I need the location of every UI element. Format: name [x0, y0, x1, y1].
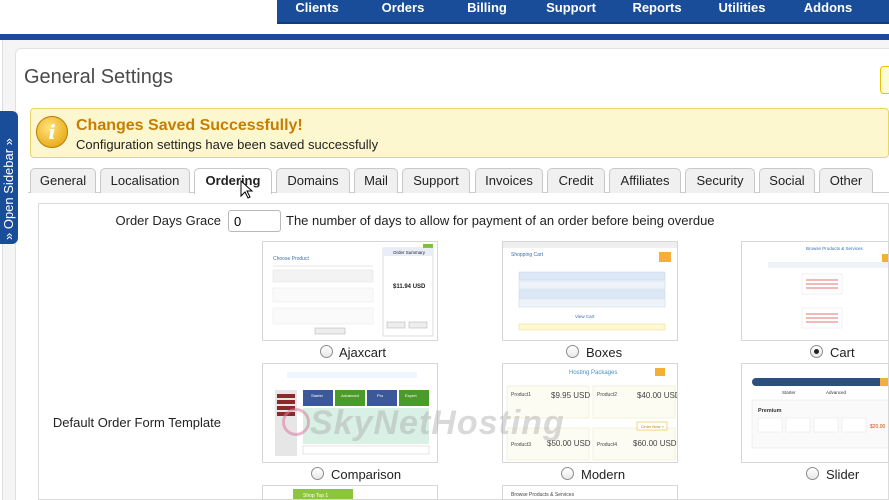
boxes-title-text: Shopping Cart [511, 252, 544, 258]
template-radio-cart[interactable] [810, 345, 823, 358]
boxes-viewcart-text: View Cart [575, 314, 595, 319]
mouse-cursor-icon [240, 180, 254, 199]
modern-title-text: Hosting Packages [569, 370, 617, 376]
modern-price-4: $60.00 USD [633, 439, 677, 448]
tab-mail[interactable]: Mail [354, 168, 398, 193]
template-preview-slider[interactable]: Starter Advanced Premium $20.00 [741, 363, 889, 463]
tab-invoices[interactable]: Invoices [475, 168, 543, 193]
template-preview-cart[interactable]: Browse Products & Services [741, 241, 889, 341]
row3-mid-text: Browse Products & Services [511, 492, 575, 498]
tab-security[interactable]: Security [685, 168, 755, 193]
slider-price-text: $20.00 [870, 424, 886, 430]
template-preview-boxes[interactable]: Shopping Cart View Cart [502, 241, 678, 341]
modern-price-1: $9.95 USD [551, 391, 590, 400]
main-navigation: Clients Orders Billing Support Reports U… [277, 0, 889, 24]
ajaxcart-price-text: $11.94 USD [393, 284, 426, 290]
help-button[interactable] [880, 66, 889, 94]
tab-social[interactable]: Social [759, 168, 815, 193]
template-label-modern: Modern [581, 467, 626, 482]
template-preview-row3-mid[interactable]: Browse Products & Services [502, 485, 678, 500]
ajaxcart-summary-text: Order Summary [393, 250, 426, 255]
template-radio-modern[interactable] [561, 467, 574, 480]
tab-affiliates[interactable]: Affiliates [609, 168, 681, 193]
nav-addons[interactable]: Addons [797, 0, 859, 22]
nav-billing[interactable]: Billing [449, 0, 525, 22]
row3-mid-preview-image: Browse Products & Services [511, 492, 575, 498]
cart-preview-image: Browse Products & Services [768, 246, 888, 329]
modern-product-2: Product2 [597, 392, 617, 398]
comparison-plan-1: Starter [311, 393, 324, 398]
template-label-ajaxcart: Ajaxcart [339, 345, 386, 360]
template-radio-comparison[interactable] [311, 467, 324, 480]
tab-domains[interactable]: Domains [276, 168, 350, 193]
nav-orders[interactable]: Orders [363, 0, 443, 22]
tab-other[interactable]: Other [819, 168, 873, 193]
nav-support[interactable]: Support [535, 0, 607, 22]
template-radio-slider[interactable] [806, 467, 819, 480]
tab-ordering[interactable]: Ordering [194, 168, 272, 194]
watermark-logo-icon [282, 408, 310, 436]
tab-support[interactable]: Support [402, 168, 470, 193]
template-label-cart: Cart [830, 345, 855, 360]
info-icon: i [36, 116, 68, 148]
alert-title: Changes Saved Successfully! [76, 117, 303, 134]
slider-premium-text: Premium [758, 408, 782, 414]
page-title: General Settings [24, 66, 173, 88]
nav-reports[interactable]: Reports [622, 0, 692, 22]
watermark-text: SkyNetHosting [310, 404, 565, 442]
modern-product-4: Product4 [597, 442, 617, 448]
order-days-grace-description: The number of days to allow for payment … [286, 213, 715, 228]
tab-localisation[interactable]: Localisation [100, 168, 190, 193]
slider-plan-1: Starter [782, 390, 796, 395]
template-label-slider: Slider [826, 467, 860, 482]
template-radio-ajaxcart[interactable] [320, 345, 333, 358]
nav-clients[interactable]: Clients [277, 0, 357, 22]
order-days-grace-input[interactable] [228, 210, 281, 232]
ajaxcart-choose-text: Choose Product [273, 256, 309, 262]
template-preview-row3-left[interactable]: Shop Top 1 [262, 485, 438, 500]
template-label-boxes: Boxes [586, 345, 623, 360]
comparison-plan-4: Expert [405, 393, 417, 398]
template-label-comparison: Comparison [331, 467, 402, 482]
slider-plan-2: Advanced [826, 390, 847, 395]
boxes-preview-image: Shopping Cart View Cart [503, 242, 677, 331]
ajaxcart-preview-image: Choose Product Order Summary $11.94 USD [263, 242, 437, 340]
tab-general[interactable]: General [30, 168, 96, 193]
order-days-grace-label: Order Days Grace [115, 213, 221, 228]
row3-left-text: Shop Top 1 [303, 493, 328, 499]
open-sidebar-label: » Open Sidebar » [1, 138, 16, 240]
template-radio-boxes[interactable] [566, 345, 579, 358]
cart-title-text: Browse Products & Services [806, 246, 864, 251]
comparison-plan-2: Advanced [341, 393, 359, 398]
modern-product-1: Product1 [511, 392, 531, 398]
comparison-plan-3: Pro [377, 393, 384, 398]
alert-message: Configuration settings have been saved s… [76, 137, 379, 152]
nav-utilities[interactable]: Utilities [709, 0, 775, 22]
slider-preview-image: Starter Advanced Premium $20.00 [742, 364, 888, 462]
template-preview-ajaxcart[interactable]: Choose Product Order Summary $11.94 USD [262, 241, 438, 341]
modern-order-now: Order Now » [641, 424, 664, 429]
row3-left-preview-image: Shop Top 1 [293, 489, 353, 499]
tab-credit[interactable]: Credit [547, 168, 605, 193]
modern-price-2: $40.00 USD [637, 391, 678, 400]
default-order-form-label: Default Order Form Template [52, 415, 221, 430]
